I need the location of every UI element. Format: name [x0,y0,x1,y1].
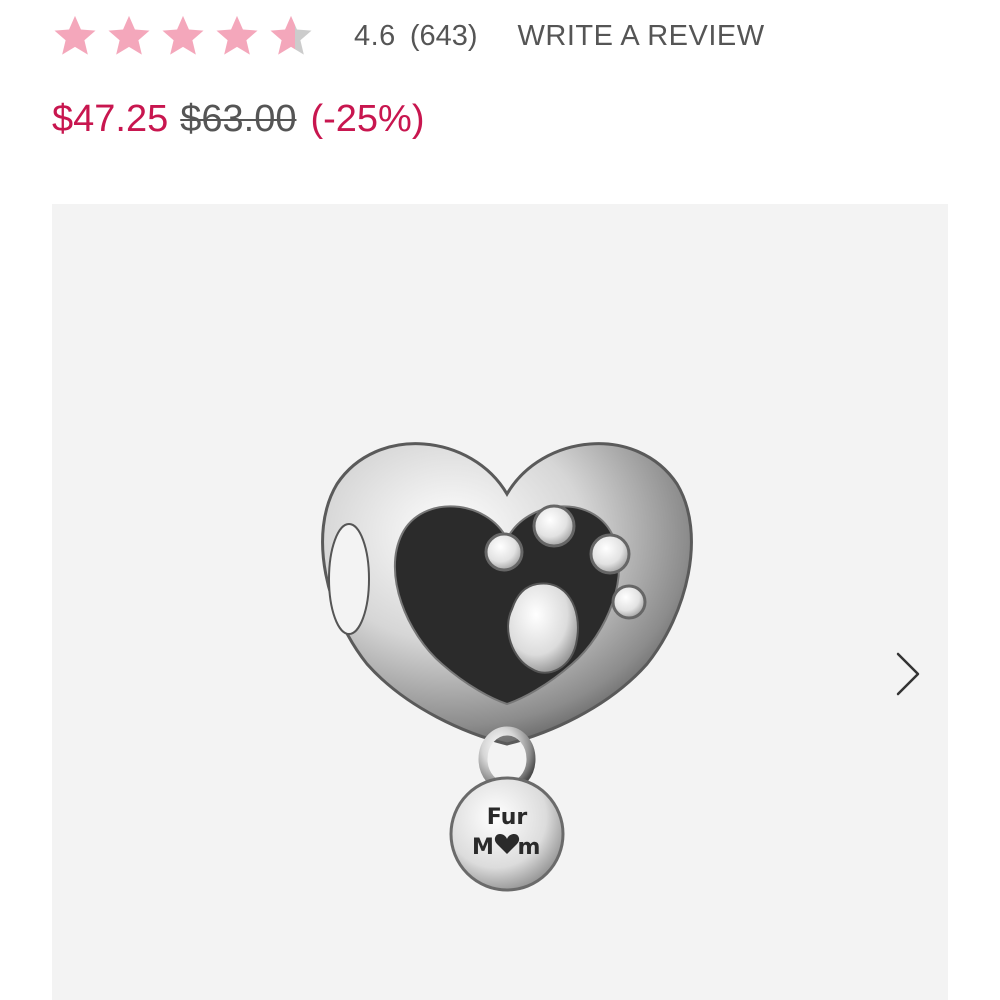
star-icon [108,15,150,55]
engraving-line-2-end: m [518,835,541,860]
star-icon [54,15,96,55]
original-price: $63.00 [180,98,297,140]
engraving-line-1: Fur [487,805,528,830]
star-rating[interactable] [52,13,314,59]
price-row: $47.25 $63.00 (-25%) [52,98,425,141]
rating-value: 4.6 [354,19,396,52]
engraving-line-2-start: M [472,835,494,860]
product-image[interactable]: Fur M m [307,414,707,894]
chevron-right-icon[interactable] [888,644,928,704]
write-review-link[interactable]: WRITE A REVIEW [518,20,765,53]
partial-star-icon [270,15,312,55]
rating-row: 4.6 (643) WRITE A REVIEW [52,8,765,64]
product-image-gallery[interactable]: Fur M m [52,204,948,1000]
star-icon [162,15,204,55]
sale-price: $47.25 [52,98,169,140]
review-count[interactable]: (643) [410,20,478,53]
discount-percent: (-25%) [310,98,425,140]
star-icon [216,15,258,55]
